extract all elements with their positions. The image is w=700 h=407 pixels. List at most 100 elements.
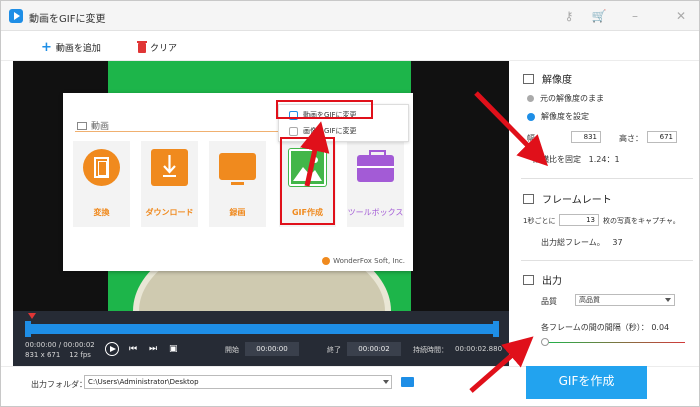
radio-checked-icon bbox=[527, 112, 535, 121]
add-video-button[interactable]: + 動画を追加 bbox=[41, 39, 101, 55]
output-folder-label: 出力フォルダ： bbox=[31, 380, 87, 389]
radio-custom-label: 解像度を設定 bbox=[541, 112, 589, 121]
quality-label: 品質 bbox=[541, 297, 557, 306]
trim-end-handle[interactable] bbox=[493, 321, 499, 337]
highlight-gif-tile bbox=[280, 137, 335, 225]
trim-start-handle[interactable] bbox=[25, 321, 31, 337]
start-time-field[interactable]: 00:00:00 bbox=[245, 342, 299, 356]
output-folder-path: C:\Users\Administrator\Desktop bbox=[88, 378, 199, 386]
framerate-icon bbox=[523, 193, 534, 204]
output-title: 出力 bbox=[542, 276, 562, 287]
window-title: 動画をGIFに変更 bbox=[29, 14, 106, 25]
folder-icon[interactable] bbox=[401, 377, 414, 387]
resolution-header: 解像度 bbox=[523, 71, 572, 86]
interval-value: 0.04 bbox=[651, 323, 670, 332]
radio-custom-resolution[interactable]: 解像度を設定 bbox=[527, 111, 589, 122]
play-button[interactable] bbox=[105, 342, 119, 356]
total-frames-value: 37 bbox=[612, 238, 623, 247]
video-info: 831 x 671 12 fps bbox=[25, 351, 91, 359]
resolution-title: 解像度 bbox=[542, 75, 572, 86]
close-icon[interactable]: ✕ bbox=[673, 8, 689, 24]
quality-select[interactable]: 高品質 bbox=[575, 294, 675, 306]
output-icon bbox=[523, 274, 534, 285]
image-gif-icon bbox=[289, 126, 298, 136]
trash-icon bbox=[137, 40, 147, 53]
divider bbox=[521, 178, 693, 179]
total-frames-label: 出力総フレーム。 bbox=[541, 238, 605, 247]
title-bar: 動画をGIFに変更 ⚷ 🛒 – ✕ bbox=[1, 1, 699, 31]
video-resolution: 831 x 671 bbox=[25, 351, 61, 359]
framerate-header: フレームレート bbox=[523, 191, 612, 206]
clear-label: クリア bbox=[150, 44, 178, 54]
key-icon[interactable]: ⚷ bbox=[561, 8, 577, 24]
tile-toolbox-label: ツールボックス bbox=[347, 208, 404, 217]
timeline: 00:00:00 / 00:00:02 831 x 671 12 fps ⏮ ⏭… bbox=[13, 311, 509, 366]
end-label: 終了 bbox=[327, 346, 341, 354]
download-icon bbox=[151, 149, 188, 186]
create-gif-button[interactable]: GIFを作成 bbox=[526, 363, 647, 399]
radio-original-resolution[interactable]: 元の解像度のまま bbox=[527, 93, 604, 104]
chevron-down-icon[interactable] bbox=[383, 380, 389, 384]
interval-slider-track[interactable] bbox=[544, 342, 685, 343]
plus-icon: + bbox=[41, 39, 52, 55]
start-label: 開始 bbox=[225, 346, 239, 354]
resolution-icon bbox=[523, 73, 534, 84]
tile-toolbox[interactable]: ツールボックス bbox=[347, 141, 404, 227]
settings-panel: 解像度 元の解像度のまま 解像度を設定 幅： 831 高さ： 671 縦横比を固… bbox=[511, 61, 699, 366]
end-time-field[interactable]: 00:00:02 bbox=[347, 342, 401, 356]
duration-label: 持続時間： bbox=[413, 346, 448, 354]
monitor-icon bbox=[219, 149, 256, 186]
clear-button[interactable]: クリア bbox=[137, 40, 178, 54]
timeline-track[interactable] bbox=[27, 324, 499, 334]
height-label: 高さ： bbox=[619, 134, 643, 143]
per-second-prefix: 1秒ごとに bbox=[523, 217, 556, 225]
frames-per-second-input[interactable]: 13 bbox=[559, 214, 599, 226]
prev-frame-icon[interactable]: ⏮ bbox=[129, 344, 137, 354]
video-section-icon bbox=[77, 121, 87, 130]
next-frame-icon[interactable]: ⏭ bbox=[149, 344, 157, 354]
current-time: 00:00:00 bbox=[25, 341, 57, 349]
cart-icon[interactable]: 🛒 bbox=[591, 8, 607, 24]
tile-download-label: ダウンロード bbox=[145, 208, 194, 217]
output-header: 出力 bbox=[523, 272, 562, 287]
tile-download[interactable]: ダウンロード bbox=[141, 141, 198, 227]
aspect-value: 1.24：1 bbox=[588, 155, 620, 164]
aspect-ratio-row: 縦横比を固定 1.24：1 bbox=[533, 154, 620, 165]
output-folder-field[interactable]: C:\Users\Administrator\Desktop bbox=[84, 375, 392, 389]
time-readout: 00:00:00 / 00:00:02 bbox=[25, 341, 95, 349]
framerate-title: フレームレート bbox=[542, 195, 612, 206]
radio-original-label: 元の解像度のまま bbox=[540, 94, 604, 103]
video-fps: 12 fps bbox=[69, 351, 91, 359]
tile-convert-label: 変換 bbox=[93, 208, 110, 217]
tile-record[interactable]: 録画 bbox=[209, 141, 266, 227]
interval-slider-thumb[interactable] bbox=[541, 338, 549, 346]
highlight-video-to-gif bbox=[276, 100, 373, 119]
menu-item-image-to-gif[interactable]: 画像をGIFに変更 bbox=[289, 126, 357, 136]
wonderfox-logo-icon bbox=[322, 257, 331, 265]
minimize-icon[interactable]: – bbox=[627, 8, 643, 24]
total-frames-row: 出力総フレーム。 37 bbox=[541, 237, 623, 248]
duration-value: 00:00:02.880 bbox=[455, 345, 503, 353]
playhead-marker[interactable] bbox=[28, 313, 36, 319]
menu-item-image-to-gif-label: 画像をGIFに変更 bbox=[303, 127, 357, 135]
toolbox-icon bbox=[357, 149, 394, 186]
popup-footer: WonderFox Soft, Inc. bbox=[322, 257, 405, 265]
film-icon bbox=[83, 149, 120, 186]
quality-value: 高品質 bbox=[579, 296, 600, 304]
total-time: 00:00:02 bbox=[63, 341, 95, 349]
height-input[interactable]: 671 bbox=[647, 131, 677, 143]
radio-dot-icon bbox=[527, 95, 534, 102]
interval-label: 各フレームの間の間隔（秒）： bbox=[541, 323, 649, 332]
popup-footer-text: WonderFox Soft, Inc. bbox=[333, 257, 405, 265]
tile-record-label: 録画 bbox=[229, 208, 246, 217]
tile-convert[interactable]: 変換 bbox=[73, 141, 130, 227]
aspect-label: 縦横比を固定 bbox=[533, 155, 581, 164]
app-logo-icon bbox=[9, 9, 23, 23]
toolbar: + 動画を追加 クリア bbox=[1, 31, 699, 61]
time-separator: / bbox=[58, 341, 62, 349]
width-label: 幅： bbox=[527, 134, 543, 143]
per-second-suffix: 枚の写真をキャプチャ。 bbox=[603, 217, 680, 225]
app-window: 動画をGIFに変更 ⚷ 🛒 – ✕ + 動画を追加 クリア 動画 変換 ダウンロ… bbox=[0, 0, 700, 407]
snapshot-icon[interactable]: ▣ bbox=[169, 344, 178, 354]
width-input[interactable]: 831 bbox=[571, 131, 601, 143]
